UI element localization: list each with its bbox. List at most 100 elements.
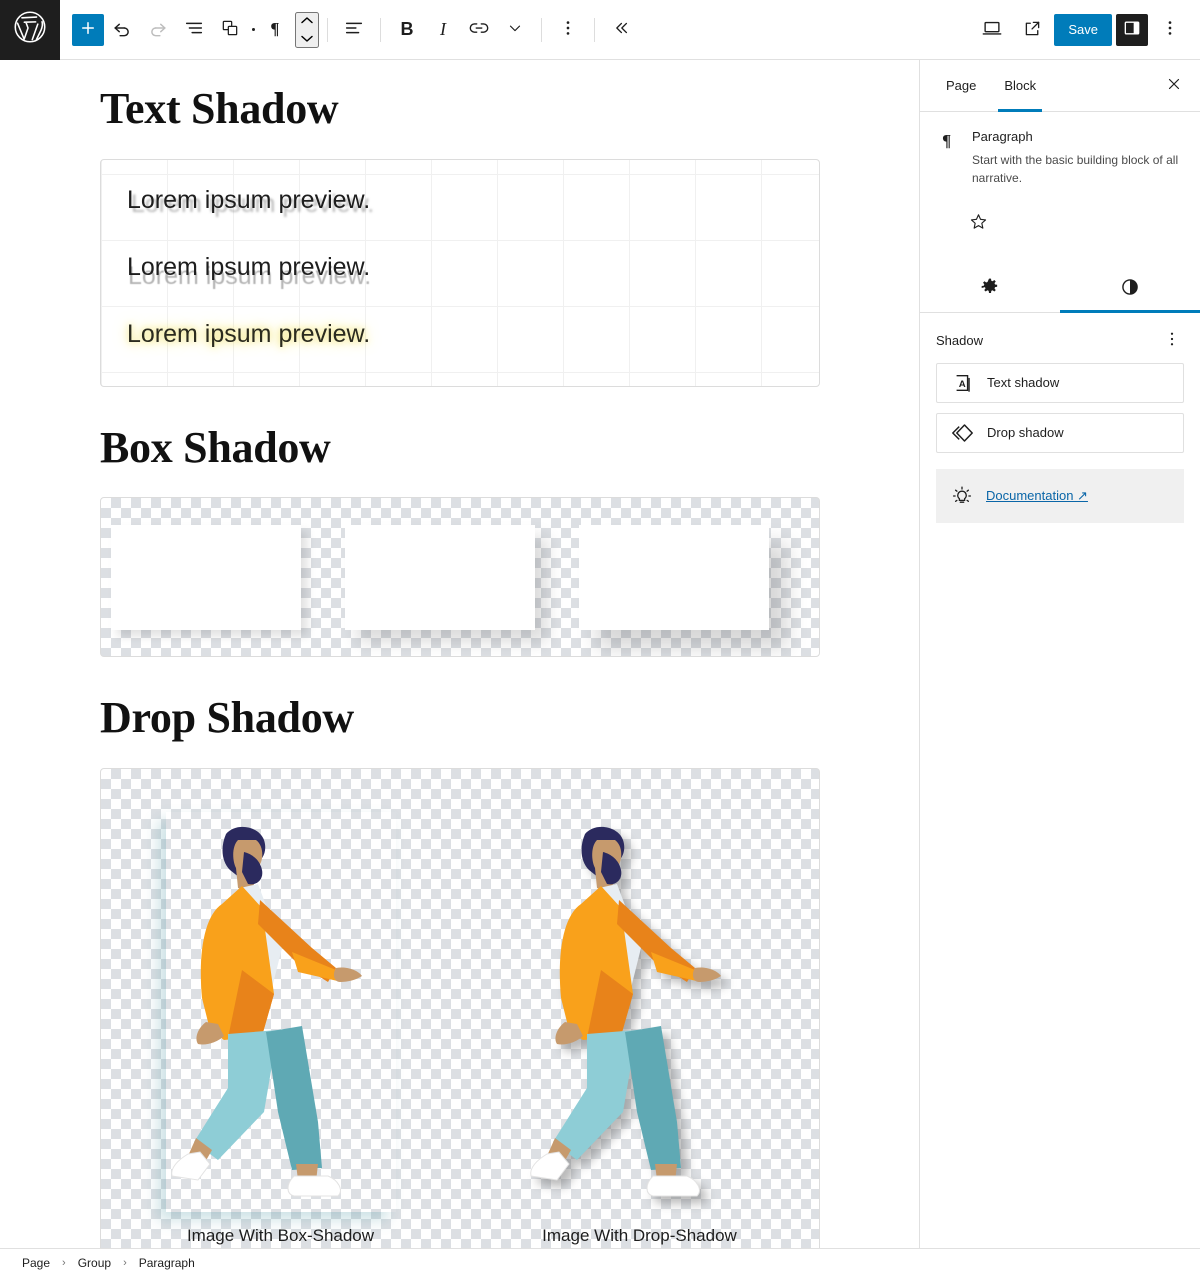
breadcrumb-item-paragraph[interactable]: Paragraph [139, 1256, 195, 1270]
drop-shadow-column-box: Image With Box-Shadow [101, 769, 460, 1248]
tab-block[interactable]: Block [990, 60, 1050, 112]
canvas-content: Text Shadow Lorem ipsum preview. Lorem i… [0, 60, 919, 1248]
toolbar-separator-3 [541, 17, 542, 42]
paragraph-block-button[interactable]: ¶ [259, 12, 295, 48]
option-drop-shadow-label: Drop shadow [987, 425, 1064, 441]
shadow-panel-options-button[interactable] [1160, 329, 1184, 353]
block-title: Paragraph [972, 129, 1033, 144]
kebab-menu-icon [558, 18, 578, 41]
paragraph-pilcrow-icon: ¶ [267, 18, 287, 41]
gear-icon [980, 277, 1000, 300]
option-text-shadow[interactable]: A Text shadow [936, 362, 1184, 403]
view-site-button[interactable] [1014, 12, 1050, 48]
toolbar-separator-2 [380, 17, 381, 42]
wordpress-logo-button[interactable] [0, 0, 60, 60]
align-left-icon [343, 17, 365, 42]
caption-drop-shadow: Image With Drop-Shadow [542, 1225, 737, 1245]
figure-with-drop-shadow[interactable] [525, 812, 755, 1212]
heading-box-shadow[interactable]: Box Shadow [100, 423, 819, 474]
toolbar-separator-4 [594, 17, 595, 42]
sidebar-panel-icon [1122, 18, 1142, 41]
close-sidebar-button[interactable] [1158, 70, 1190, 102]
box-shadow-large[interactable] [579, 524, 769, 630]
preview-button[interactable] [974, 12, 1010, 48]
more-formatting-button[interactable] [497, 12, 533, 48]
chevron-down-icon [300, 31, 314, 46]
block-info-card: ¶ Paragraph Start with the basic buildin… [920, 112, 1200, 203]
chevron-up-icon [300, 13, 314, 28]
option-drop-shadow[interactable]: Drop shadow [936, 412, 1184, 453]
chevron-down-icon [506, 19, 524, 40]
figure-with-box-shadow[interactable] [166, 812, 396, 1212]
paragraph-pilcrow-icon: ¶ [936, 128, 960, 152]
breadcrumb: Page › Group › Paragraph [0, 1248, 1200, 1277]
block-favorite-row [920, 203, 1200, 239]
block-description: Start with the basic building block of a… [972, 153, 1179, 185]
document-overview-button[interactable] [176, 12, 212, 48]
drop-shadow-diamond-icon [951, 421, 975, 445]
tab-page[interactable]: Page [932, 60, 990, 111]
documentation-link[interactable]: Documentation ↗ [986, 488, 1088, 504]
add-block-button[interactable] [72, 13, 104, 46]
double-chevron-left-icon [611, 18, 631, 41]
group-blocks-icon [220, 18, 240, 41]
styles-tab[interactable] [1060, 265, 1200, 313]
collapse-toolbar-button[interactable] [603, 12, 639, 48]
breadcrumb-item-group[interactable]: Group [78, 1256, 111, 1270]
editor-options-button[interactable] [1152, 12, 1188, 48]
desktop-preview-icon [981, 17, 1003, 42]
editor-toolbar: ¶ B I Save [0, 0, 1200, 60]
box-shadow-medium[interactable] [345, 524, 535, 630]
heading-drop-shadow[interactable]: Drop Shadow [100, 693, 819, 744]
documentation-tip-box[interactable]: Documentation ↗ [936, 468, 1184, 523]
toolbar-left-group: ¶ B I [60, 11, 639, 48]
plus-icon [79, 19, 97, 40]
list-view-icon [183, 17, 205, 42]
block-type-button[interactable] [212, 12, 248, 48]
shadow-panel-header: Shadow [920, 313, 1200, 363]
box-shadow-preview-box[interactable] [100, 497, 820, 658]
svg-text:A: A [959, 379, 966, 390]
bold-button[interactable]: B [389, 12, 425, 48]
redo-button[interactable] [140, 12, 176, 48]
italic-button[interactable]: I [425, 12, 461, 48]
undo-arrow-icon [111, 17, 133, 42]
caption-box-shadow: Image With Box-Shadow [186, 1225, 375, 1245]
block-settings-sidebar: Page Block ¶ Paragraph Start with the ba… [920, 60, 1200, 1248]
svg-text:¶: ¶ [270, 19, 279, 38]
breadcrumb-separator: › [62, 1257, 66, 1269]
redo-arrow-icon [147, 17, 169, 42]
wordpress-logo-icon [13, 10, 47, 49]
text-shadow-preview-box[interactable]: Lorem ipsum preview. Lorem ipsum preview… [100, 158, 820, 387]
text-shadow-line-3[interactable]: Lorem ipsum preview. [127, 321, 793, 346]
block-options-button[interactable] [550, 12, 586, 48]
link-button[interactable] [461, 12, 497, 48]
walking-person-illustration [170, 826, 362, 1197]
lightbulb-icon [950, 484, 974, 508]
box-shadow-small[interactable] [111, 524, 301, 630]
option-text-shadow-label: Text shadow [987, 375, 1060, 391]
breadcrumb-item-page[interactable]: Page [22, 1256, 50, 1270]
align-text-button[interactable] [336, 12, 372, 48]
toolbar-separator-1 [327, 17, 328, 42]
sidebar-tab-bar: Page Block [920, 60, 1200, 112]
editor-canvas[interactable]: Text Shadow Lorem ipsum preview. Lorem i… [0, 60, 920, 1248]
block-info-text: Paragraph Start with the basic building … [972, 128, 1184, 187]
sidebar-toggle-button[interactable] [1116, 13, 1148, 46]
save-button[interactable]: Save [1054, 13, 1112, 46]
walking-person-illustration [529, 826, 721, 1197]
text-shadow-line-1[interactable]: Lorem ipsum preview. [127, 187, 793, 212]
kebab-menu-icon [1163, 330, 1181, 351]
heading-text-shadow[interactable]: Text Shadow [100, 84, 819, 135]
text-shadow-a-icon: A [951, 371, 975, 395]
undo-button[interactable] [104, 12, 140, 48]
shadow-panel-title: Shadow [936, 333, 983, 349]
move-block-stepper[interactable] [295, 11, 319, 48]
favorite-block-button[interactable] [962, 207, 994, 239]
text-shadow-line-2[interactable]: Lorem ipsum preview. [127, 254, 793, 279]
star-outline-icon [969, 212, 988, 234]
sidebar-icon-tab-bar [920, 265, 1200, 313]
settings-tab[interactable] [920, 265, 1060, 312]
drop-shadow-preview-box[interactable]: Image With Box-Shadow Image With Drop-Sh… [100, 767, 820, 1248]
toolbar-dot-separator [252, 28, 255, 31]
